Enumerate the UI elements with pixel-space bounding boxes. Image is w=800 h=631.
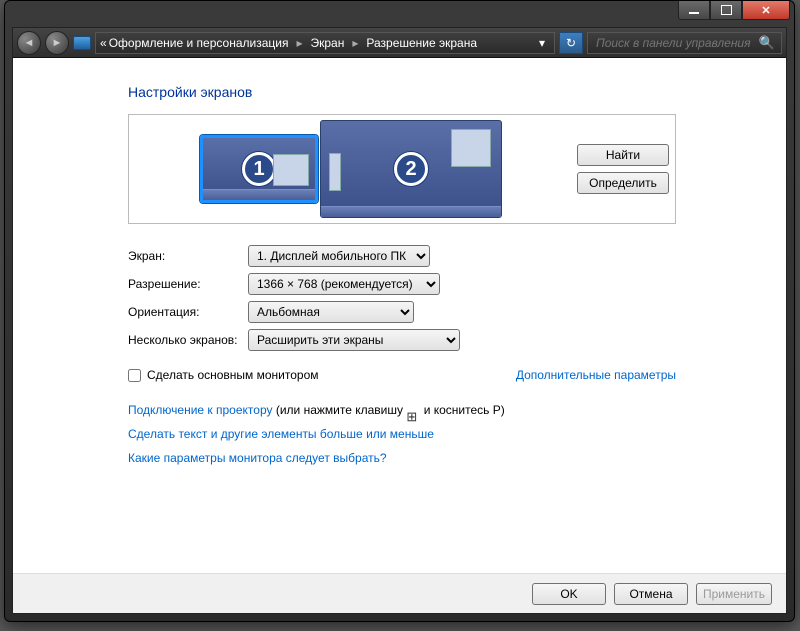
make-main-row: Сделать основным монитором Дополнительны… (128, 368, 676, 382)
monitor-2-thumb2 (329, 153, 341, 191)
display-label: Экран: (128, 249, 248, 263)
dialog-footer: OK Отмена Применить (13, 573, 786, 613)
monitor-area[interactable]: 1 2 (135, 120, 567, 218)
projector-hint-post: и коснитесь P) (424, 403, 505, 417)
breadcrumb-dropdown-icon[interactable]: ▾ (534, 36, 550, 50)
multiple-displays-label: Несколько экранов: (128, 333, 248, 347)
window-frame: ◄ ► « Оформление и персонализация ▸ Экра… (4, 0, 795, 622)
advanced-settings-link[interactable]: Дополнительные параметры (516, 368, 676, 382)
monitor-2-thumb (451, 129, 491, 167)
breadcrumb[interactable]: « Оформление и персонализация ▸ Экран ▸ … (95, 32, 555, 54)
page-title: Настройки экранов (128, 84, 676, 100)
control-panel-icon (73, 36, 91, 50)
chevron-right-icon[interactable]: ▸ (346, 36, 364, 50)
orientation-label: Ориентация: (128, 305, 248, 319)
connect-projector-link[interactable]: Подключение к проектору (128, 403, 273, 417)
maximize-button[interactable] (710, 1, 742, 20)
monitor-1[interactable]: 1 (200, 135, 318, 203)
resolution-label: Разрешение: (128, 277, 248, 291)
navigation-bar: ◄ ► « Оформление и персонализация ▸ Экра… (13, 28, 786, 58)
monitor-2[interactable]: 2 (320, 120, 502, 218)
minimize-button[interactable] (678, 1, 710, 20)
find-button[interactable]: Найти (577, 144, 669, 166)
forward-button[interactable]: ► (45, 31, 69, 55)
breadcrumb-part-1[interactable]: Оформление и персонализация (109, 36, 289, 50)
display-select[interactable]: 1. Дисплей мобильного ПК (248, 245, 430, 267)
ok-button[interactable]: OK (532, 583, 606, 605)
help-links: Подключение к проектору (или нажмите кла… (128, 398, 676, 470)
content-area: Настройки экранов 1 2 Найти Определить (13, 58, 786, 573)
window-client-area: ◄ ► « Оформление и персонализация ▸ Экра… (12, 27, 787, 614)
multiple-displays-select[interactable]: Расширить эти экраны (248, 329, 460, 351)
display-arrangement-box[interactable]: 1 2 Найти Определить (128, 114, 676, 224)
search-input[interactable] (594, 35, 759, 51)
text-size-link[interactable]: Сделать текст и другие элементы больше и… (128, 427, 434, 441)
monitor-1-thumb (273, 154, 309, 186)
search-box[interactable]: 🔍 (587, 32, 782, 54)
breadcrumb-prefix: « (100, 36, 107, 50)
make-main-checkbox[interactable] (128, 369, 141, 382)
settings-form: Экран: 1. Дисплей мобильного ПК Разрешен… (128, 242, 676, 354)
resolution-select[interactable]: 1366 × 768 (рекомендуется) (248, 273, 440, 295)
identify-button[interactable]: Определить (577, 172, 669, 194)
which-params-link[interactable]: Какие параметры монитора следует выбрать… (128, 451, 387, 465)
projector-hint-pre: (или нажмите клавишу (276, 403, 407, 417)
make-main-label: Сделать основным монитором (147, 368, 319, 382)
close-button[interactable] (742, 1, 790, 20)
monitor-1-number: 1 (242, 152, 276, 186)
breadcrumb-part-3[interactable]: Разрешение экрана (366, 36, 477, 50)
windows-key-icon (406, 405, 420, 417)
titlebar (5, 1, 794, 27)
orientation-select[interactable]: Альбомная (248, 301, 414, 323)
refresh-button[interactable]: ↻ (559, 32, 583, 54)
back-button[interactable]: ◄ (17, 31, 41, 55)
breadcrumb-part-2[interactable]: Экран (310, 36, 344, 50)
search-icon[interactable]: 🔍 (759, 35, 775, 51)
arrange-side-buttons: Найти Определить (577, 144, 669, 194)
apply-button[interactable]: Применить (696, 583, 772, 605)
cancel-button[interactable]: Отмена (614, 583, 688, 605)
monitor-2-number: 2 (394, 152, 428, 186)
chevron-right-icon[interactable]: ▸ (290, 36, 308, 50)
